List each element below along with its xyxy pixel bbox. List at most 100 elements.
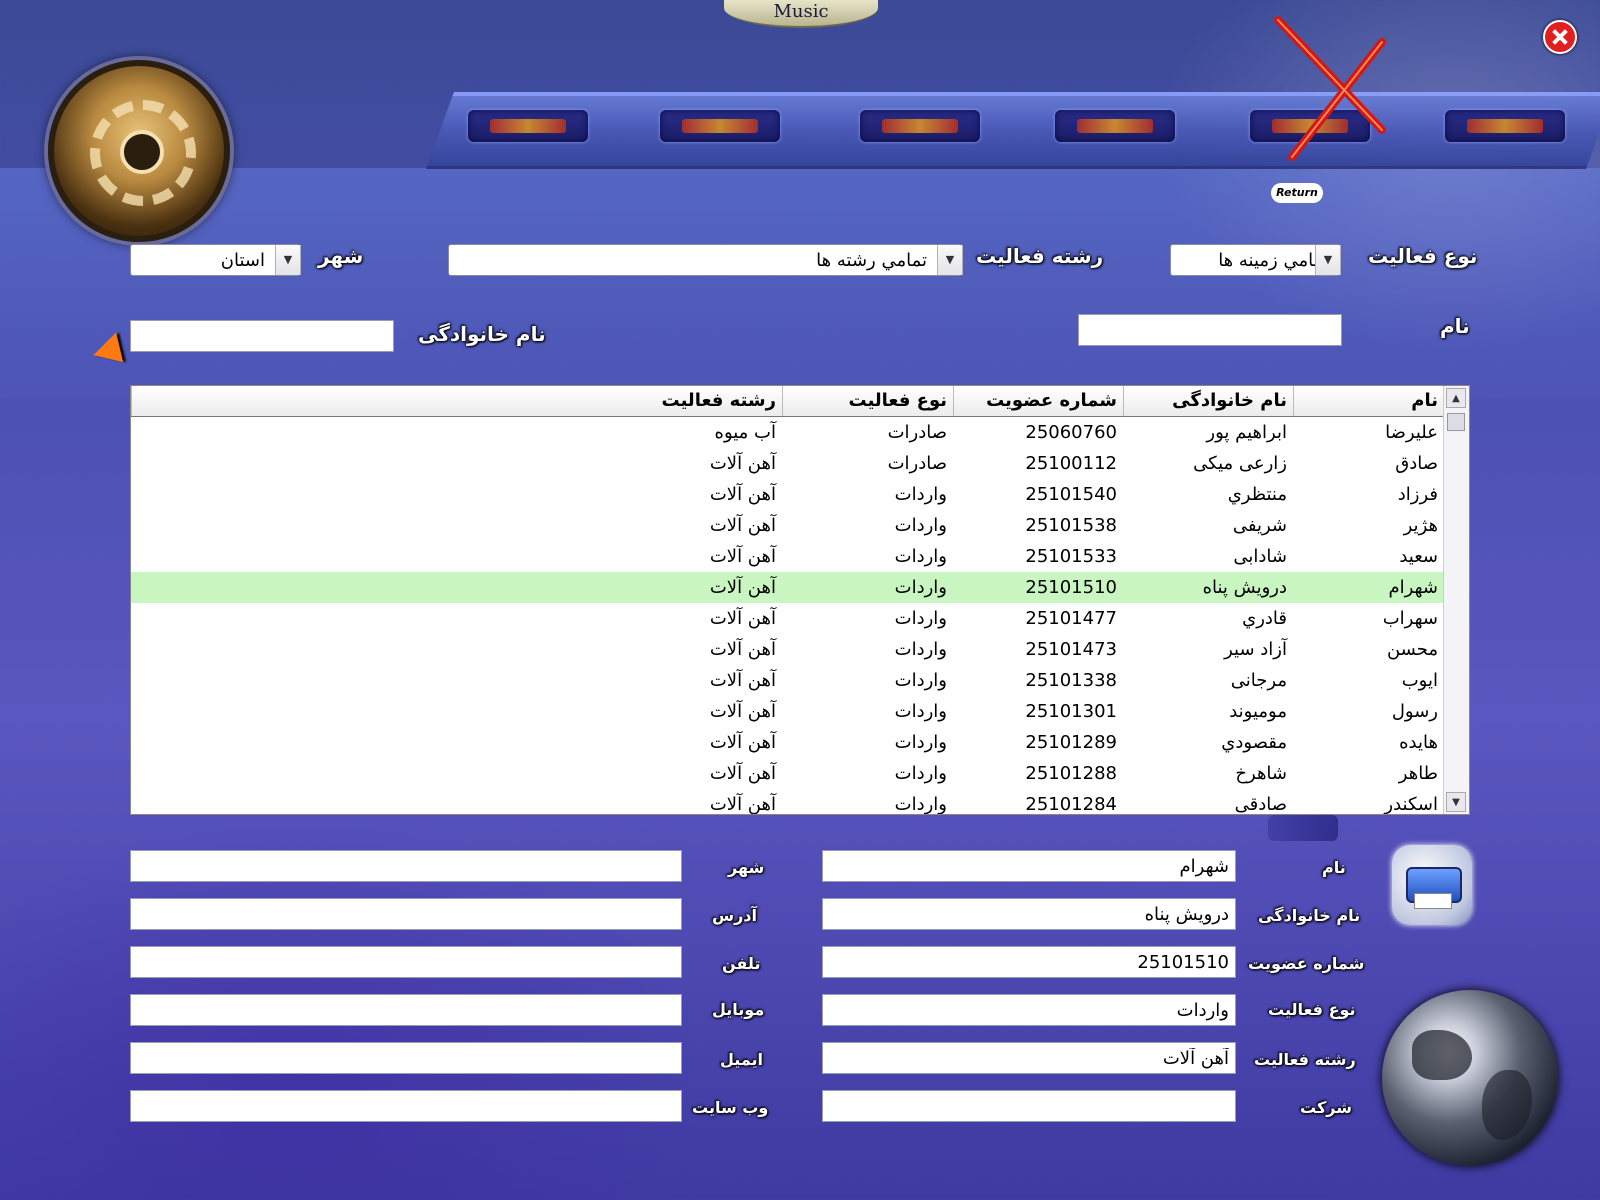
scroll-down-icon[interactable]: ▼ bbox=[1446, 792, 1466, 812]
table-row[interactable]: هايده مقصودي 25101289 واردات آهن آلات bbox=[131, 727, 1444, 758]
activity-field-value: تمامي رشته ها bbox=[816, 250, 927, 271]
detail-family-field[interactable] bbox=[822, 898, 1236, 930]
column-header-family[interactable]: نام خانوادگی bbox=[1123, 386, 1293, 416]
side-decoration bbox=[1268, 815, 1338, 841]
scroll-up-icon[interactable]: ▲ bbox=[1446, 388, 1466, 408]
cell-member: 25101510 bbox=[1025, 577, 1117, 598]
cell-member: 25101288 bbox=[1025, 763, 1117, 784]
detail-mobile-label: موبايل bbox=[712, 1000, 765, 1019]
table-row[interactable]: ايوب مرجانی 25101338 واردات آهن آلات bbox=[131, 665, 1444, 696]
cell-type: واردات bbox=[894, 577, 947, 598]
cell-member: 25101533 bbox=[1025, 546, 1117, 567]
activity-type-select[interactable]: تمامي زمينه ها ▼ bbox=[1170, 244, 1341, 276]
cell-name: رسول bbox=[1391, 701, 1438, 722]
cell-field: آهن آلات bbox=[709, 484, 776, 505]
table-row[interactable]: سعيد شادابی 25101533 واردات آهن آلات bbox=[131, 541, 1444, 572]
cell-type: صادرات bbox=[887, 453, 947, 474]
chevron-down-icon[interactable]: ▼ bbox=[275, 245, 301, 275]
cell-name: ايوب bbox=[1401, 670, 1438, 691]
table-row[interactable]: هژير شريفی 25101538 واردات آهن آلات bbox=[131, 510, 1444, 541]
cell-name: سهراب bbox=[1382, 608, 1438, 629]
banner-button-1[interactable] bbox=[468, 110, 588, 142]
cell-family: شادابی bbox=[1233, 546, 1287, 567]
city-select[interactable]: استان ▼ bbox=[130, 244, 301, 276]
detail-company-label: شرکت bbox=[1300, 1098, 1352, 1117]
cell-family: آزاد سير bbox=[1224, 639, 1287, 660]
banner-button-3[interactable] bbox=[860, 110, 980, 142]
cell-field: آهن آلات bbox=[709, 453, 776, 474]
printer-icon[interactable] bbox=[1392, 845, 1472, 925]
detail-email-label: ايميل bbox=[720, 1050, 764, 1069]
music-button[interactable]: Music bbox=[724, 0, 878, 28]
close-icon[interactable] bbox=[1543, 20, 1577, 54]
return-button[interactable]: Return bbox=[1271, 183, 1323, 203]
globe-icon bbox=[1382, 990, 1558, 1166]
table-row[interactable]: اسکندر صادقی 25101284 واردات آهن آلات bbox=[131, 789, 1444, 815]
cell-field: آهن آلات bbox=[709, 639, 776, 660]
cell-name: سعيد bbox=[1399, 546, 1438, 567]
return-x-icon[interactable] bbox=[1270, 12, 1400, 162]
cell-type: واردات bbox=[894, 701, 947, 722]
activity-type-value: تمامي زمينه ها bbox=[1218, 250, 1329, 271]
cell-field: آهن آلات bbox=[709, 515, 776, 536]
results-table[interactable]: نام نام خانوادگی شماره عضويت نوع فعالیت … bbox=[130, 385, 1470, 815]
cell-family: زارعی میکی bbox=[1193, 453, 1287, 474]
detail-type-field[interactable] bbox=[822, 994, 1236, 1026]
table-row[interactable]: فرزاد منتظري 25101540 واردات آهن آلات bbox=[131, 479, 1444, 510]
scroll-thumb[interactable] bbox=[1447, 413, 1465, 431]
cell-field: آهن آلات bbox=[709, 670, 776, 691]
detail-email-field[interactable] bbox=[130, 1042, 682, 1074]
cell-type: واردات bbox=[894, 763, 947, 784]
detail-field-label: رشته فعالیت bbox=[1254, 1050, 1356, 1069]
detail-company-field[interactable] bbox=[822, 1090, 1236, 1122]
table-scrollbar[interactable]: ▲ ▼ bbox=[1443, 386, 1469, 814]
detail-mobile-field[interactable] bbox=[130, 994, 682, 1026]
cell-name: هژير bbox=[1403, 515, 1438, 536]
cell-family: مرجانی bbox=[1230, 670, 1287, 691]
detail-member-label: شماره عضويت bbox=[1248, 954, 1365, 973]
detail-address-field[interactable] bbox=[130, 898, 682, 930]
table-row[interactable]: رسول موميوند 25101301 واردات آهن آلات bbox=[131, 696, 1444, 727]
table-row[interactable]: سهراب قادري 25101477 واردات آهن آلات bbox=[131, 603, 1444, 634]
cell-member: 25100112 bbox=[1025, 453, 1117, 474]
chevron-down-icon[interactable]: ▼ bbox=[937, 245, 963, 275]
detail-website-field[interactable] bbox=[130, 1090, 682, 1122]
column-header-type[interactable]: نوع فعالیت bbox=[782, 386, 953, 416]
cell-field: آهن آلات bbox=[709, 763, 776, 784]
detail-member-field[interactable] bbox=[822, 946, 1236, 978]
name-filter-input[interactable] bbox=[1078, 314, 1342, 346]
detail-family-label: نام خانوادگی bbox=[1258, 906, 1361, 925]
activity-field-select[interactable]: تمامي رشته ها ▼ bbox=[448, 244, 963, 276]
banner-button-4[interactable] bbox=[1055, 110, 1175, 142]
table-row-selected[interactable]: شهرام درویش پناه 25101510 واردات آهن آلات bbox=[131, 572, 1444, 603]
activity-type-label: نوع فعالیت bbox=[1368, 244, 1478, 268]
table-row[interactable]: طاهر شاهرخ 25101288 واردات آهن آلات bbox=[131, 758, 1444, 789]
cell-type: واردات bbox=[894, 608, 947, 629]
banner-button-6[interactable] bbox=[1445, 110, 1565, 142]
detail-city-label: شهر bbox=[728, 858, 765, 877]
cell-type: واردات bbox=[894, 515, 947, 536]
cell-family: مقصودي bbox=[1221, 732, 1287, 753]
chevron-down-icon[interactable]: ▼ bbox=[1315, 245, 1341, 275]
cell-name: هايده bbox=[1399, 732, 1438, 753]
table-row[interactable]: عليرضا ابراهيم پور 25060760 صادرات آب میوه bbox=[131, 417, 1444, 448]
family-filter-input[interactable] bbox=[130, 320, 394, 352]
detail-phone-field[interactable] bbox=[130, 946, 682, 978]
cell-name: فرزاد bbox=[1397, 484, 1438, 505]
column-header-name[interactable]: نام bbox=[1293, 386, 1444, 416]
banner-button-2[interactable] bbox=[660, 110, 780, 142]
cell-family: شاهرخ bbox=[1235, 763, 1287, 784]
cell-family: شريفی bbox=[1232, 515, 1287, 536]
column-header-member[interactable]: شماره عضويت bbox=[953, 386, 1123, 416]
table-row[interactable]: صادق زارعی میکی 25100112 صادرات آهن آلات bbox=[131, 448, 1444, 479]
cell-field: آهن آلات bbox=[709, 701, 776, 722]
detail-field-field[interactable] bbox=[822, 1042, 1236, 1074]
cell-field: آهن آلات bbox=[709, 577, 776, 598]
cell-type: واردات bbox=[894, 546, 947, 567]
detail-city-field[interactable] bbox=[130, 850, 682, 882]
cell-family: صادقی bbox=[1234, 794, 1287, 815]
cell-name: عليرضا bbox=[1385, 422, 1438, 443]
column-header-field[interactable]: رشته فعالیت bbox=[131, 386, 782, 416]
detail-name-field[interactable] bbox=[822, 850, 1236, 882]
table-row[interactable]: محسن آزاد سير 25101473 واردات آهن آلات bbox=[131, 634, 1444, 665]
